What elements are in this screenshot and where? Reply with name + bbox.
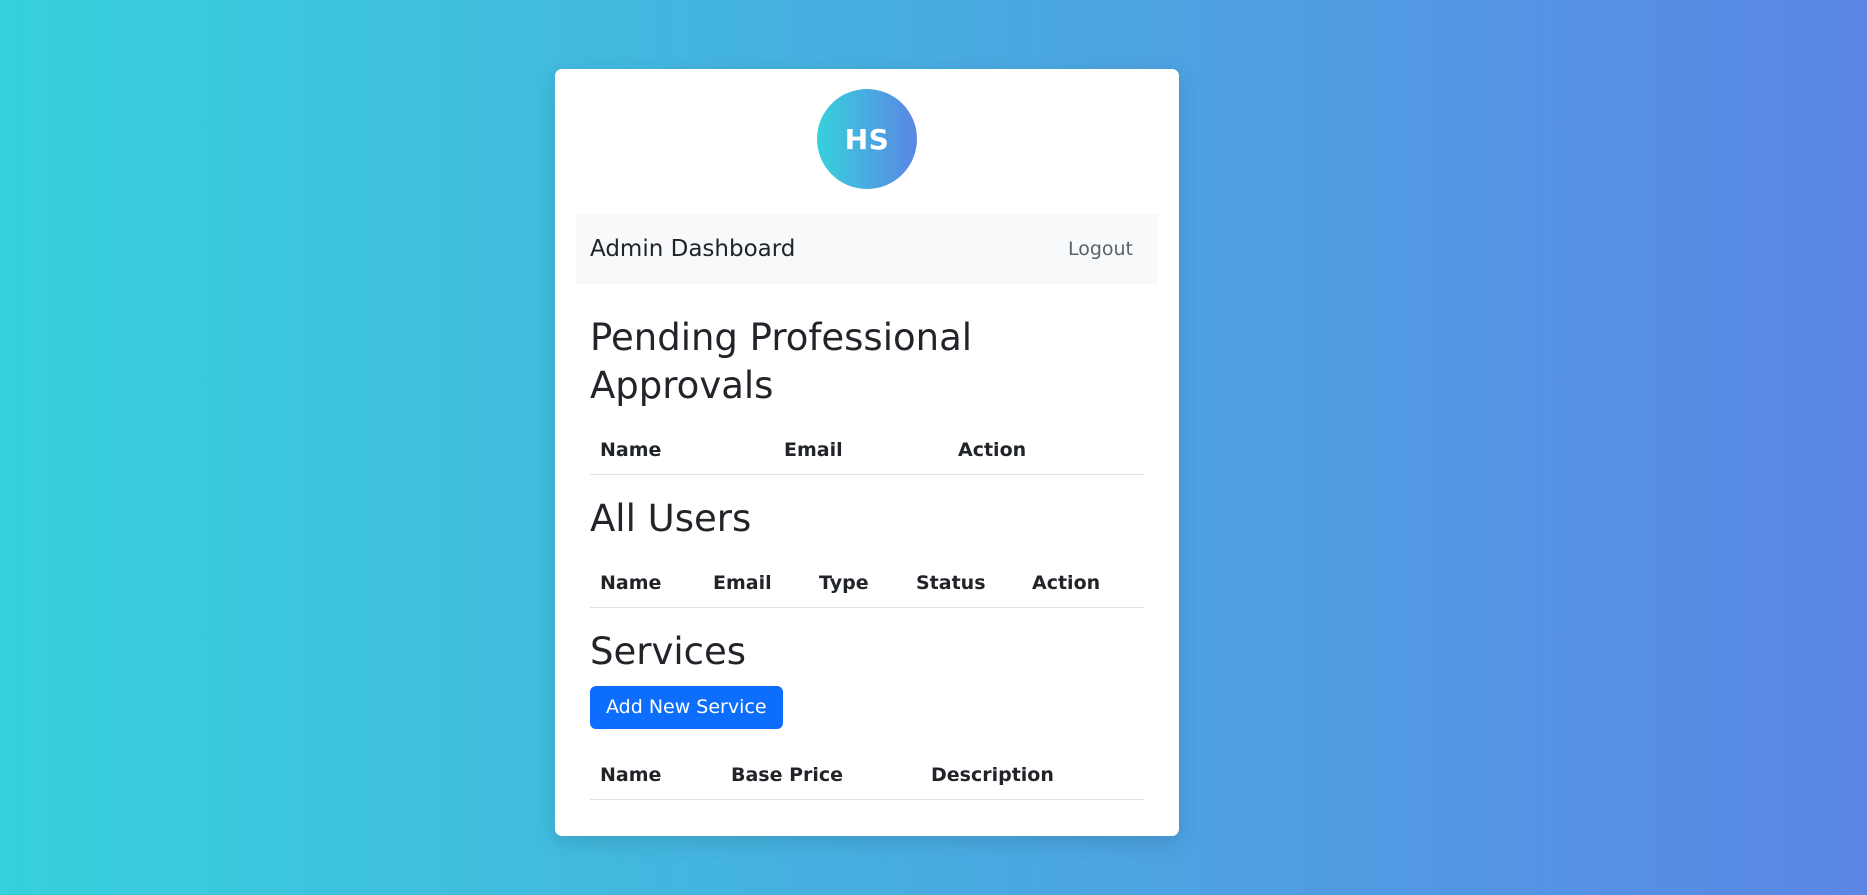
column-header-status: Status: [906, 561, 1022, 608]
avatar-container: HS: [576, 89, 1158, 189]
avatar: HS: [817, 89, 917, 189]
dashboard-card: HS Admin Dashboard Logout Pending Profes…: [555, 69, 1179, 836]
column-header-name: Name: [590, 428, 774, 475]
column-header-action: Action: [948, 428, 1144, 475]
column-header-description: Description: [921, 753, 1144, 800]
services-table: Name Base Price Description: [590, 753, 1144, 800]
column-header-name: Name: [590, 753, 721, 800]
column-header-action: Action: [1022, 561, 1144, 608]
main-content: Pending Professional Approvals Name Emai…: [576, 314, 1158, 800]
services-title: Services: [590, 630, 747, 673]
column-header-name: Name: [590, 561, 703, 608]
column-header-type: Type: [809, 561, 906, 608]
pending-approvals-title: Pending Professional Approvals: [590, 316, 973, 407]
add-new-service-button[interactable]: Add New Service: [590, 686, 783, 729]
column-header-base-price: Base Price: [721, 753, 921, 800]
column-header-email: Email: [774, 428, 948, 475]
table-header-row: Name Email Type Status Action: [590, 561, 1144, 608]
all-users-table: Name Email Type Status Action: [590, 561, 1144, 608]
column-header-email: Email: [703, 561, 809, 608]
table-header-row: Name Base Price Description: [590, 753, 1144, 800]
table-header-row: Name Email Action: [590, 428, 1144, 475]
navbar-brand[interactable]: Admin Dashboard: [590, 236, 795, 262]
all-users-title: All Users: [590, 497, 752, 540]
pending-approvals-table: Name Email Action: [590, 428, 1144, 475]
navbar: Admin Dashboard Logout: [576, 214, 1158, 284]
logout-link[interactable]: Logout: [1068, 238, 1133, 260]
